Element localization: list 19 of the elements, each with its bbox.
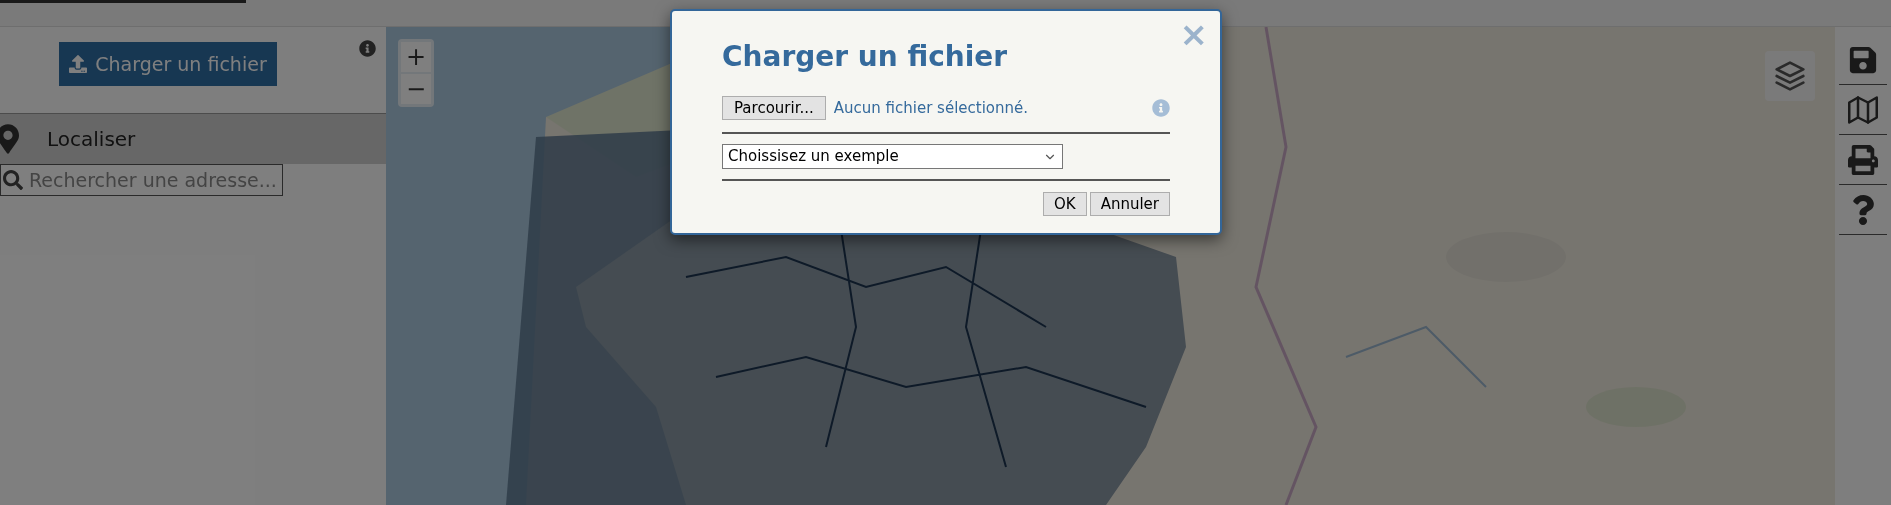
file-status: Aucun fichier sélectionné. (833, 97, 1029, 119)
cancel-button[interactable]: Annuler (1089, 192, 1170, 216)
info-icon[interactable] (359, 40, 376, 57)
dialog-title: Charger un fichier (722, 39, 1009, 75)
upload-icon (69, 55, 88, 73)
zoom-in-button[interactable]: + (401, 42, 431, 72)
locate-header[interactable]: Localiser (0, 113, 386, 164)
browse-button[interactable]: Parcourir... (722, 96, 826, 120)
zoom-out-button[interactable]: − (401, 74, 431, 104)
print-icon (1848, 144, 1878, 175)
search-icon (3, 170, 23, 190)
ok-button[interactable]: OK (1043, 192, 1087, 216)
map-icon (1848, 94, 1878, 125)
example-select[interactable]: Choissisez un exemple (722, 144, 1063, 169)
layers-button[interactable] (1765, 51, 1815, 101)
layers-icon (1774, 60, 1806, 92)
locate-label: Localiser (47, 126, 136, 153)
upload-button[interactable]: Charger un fichier (59, 42, 277, 86)
map-pin-icon (0, 124, 19, 154)
